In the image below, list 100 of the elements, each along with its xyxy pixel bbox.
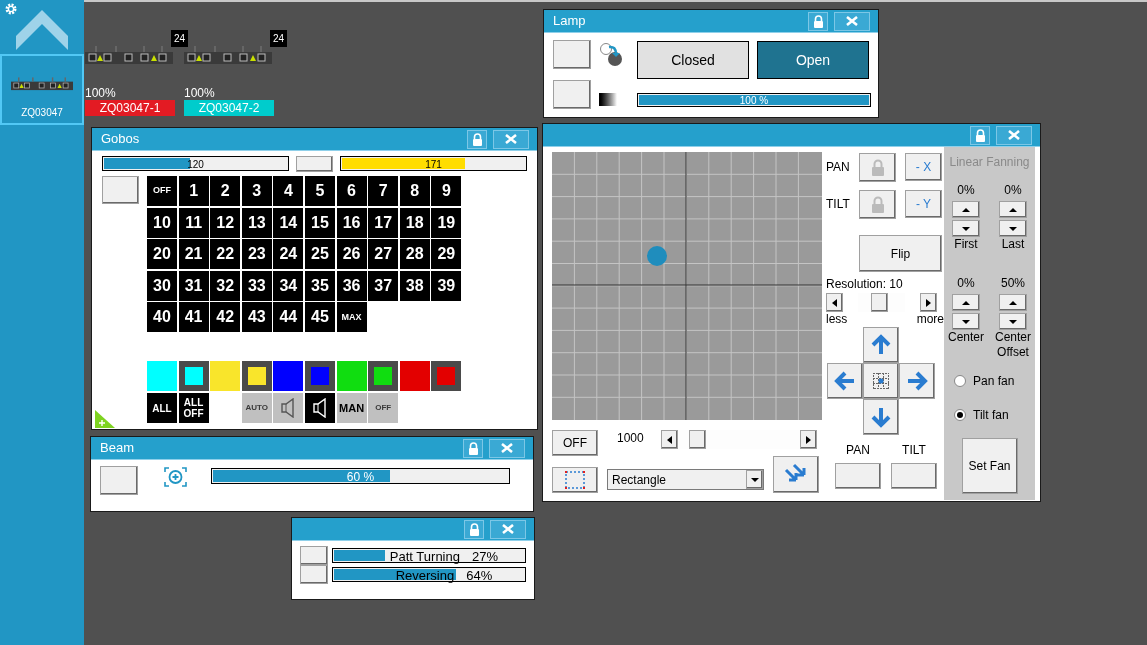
- gobo-button[interactable]: 42: [210, 302, 241, 333]
- close-button[interactable]: [489, 438, 525, 458]
- off-button[interactable]: OFF: [552, 430, 598, 456]
- close-button[interactable]: [490, 519, 526, 539]
- swap-button[interactable]: [773, 456, 819, 493]
- mode-button[interactable]: AUTO: [241, 393, 272, 424]
- blank-button[interactable]: [296, 155, 333, 172]
- gobo-button[interactable]: 30: [147, 270, 177, 301]
- slider-thumb[interactable]: [688, 430, 706, 449]
- gobo-button[interactable]: 15: [304, 207, 335, 238]
- mode-button[interactable]: ALL: [147, 393, 177, 424]
- invert-button[interactable]: - X: [905, 153, 942, 181]
- lock-button[interactable]: [467, 129, 487, 149]
- shutter-button[interactable]: Open: [757, 41, 869, 79]
- left-arrow-button[interactable]: [827, 363, 863, 399]
- up-step-button[interactable]: [952, 294, 980, 311]
- gobo-button[interactable]: 43: [241, 302, 272, 333]
- set-fan-button[interactable]: Set Fan: [961, 438, 1018, 494]
- blank-button[interactable]: [300, 546, 328, 565]
- gobo-button[interactable]: 32: [210, 270, 241, 301]
- gobo-button[interactable]: 26: [336, 239, 367, 270]
- center-button[interactable]: [863, 363, 899, 399]
- resize-grip-icon[interactable]: [95, 410, 115, 428]
- down-arrow-button[interactable]: [863, 399, 899, 435]
- blank-button[interactable]: [300, 565, 328, 584]
- color-swatch[interactable]: [336, 361, 367, 392]
- gobo-button[interactable]: 20: [147, 239, 177, 270]
- mode-button[interactable]: OFF: [368, 393, 399, 424]
- gobo-button[interactable]: OFF: [147, 176, 177, 206]
- gobo-button[interactable]: 10: [147, 207, 177, 238]
- gobo-button[interactable]: 34: [273, 270, 304, 301]
- fan-radio[interactable]: Pan fan: [954, 372, 1015, 390]
- up-step-button[interactable]: [999, 201, 1027, 218]
- fan-radio[interactable]: Tilt fan: [954, 406, 1015, 424]
- gobo-button[interactable]: 22: [210, 239, 241, 270]
- blank-button[interactable]: [100, 466, 138, 495]
- flip-button[interactable]: Flip: [859, 235, 942, 272]
- gobo-button[interactable]: 6: [336, 176, 367, 206]
- lock-button[interactable]: [859, 152, 896, 182]
- gobo-button[interactable]: 36: [336, 270, 367, 301]
- gobo-button[interactable]: 18: [399, 207, 430, 238]
- gobo-button[interactable]: 19: [431, 207, 462, 238]
- radio-button[interactable]: [954, 409, 966, 421]
- gobo-button[interactable]: 16: [336, 207, 367, 238]
- output-button[interactable]: [891, 463, 937, 489]
- gobo-button[interactable]: 33: [241, 270, 272, 301]
- gobo-button[interactable]: 37: [368, 270, 399, 301]
- invert-button[interactable]: - Y: [905, 190, 942, 218]
- gobo-button[interactable]: 17: [368, 207, 399, 238]
- fixture-name-tag[interactable]: ZQ03047-1: [85, 100, 175, 116]
- gobo-button[interactable]: 28: [399, 239, 430, 270]
- right-arrow-button[interactable]: [899, 363, 935, 399]
- lock-button[interactable]: [970, 125, 990, 145]
- up-step-button[interactable]: [952, 201, 980, 218]
- lock-button[interactable]: [859, 189, 896, 219]
- gobo-button[interactable]: 44: [273, 302, 304, 333]
- gobo-button[interactable]: 14: [273, 207, 304, 238]
- close-button[interactable]: [493, 129, 529, 149]
- color-swatch-framed[interactable]: [368, 361, 399, 392]
- gobo-button[interactable]: 7: [368, 176, 399, 206]
- gobo-button[interactable]: 13: [241, 207, 272, 238]
- radio-button[interactable]: [954, 375, 966, 387]
- gobo-button[interactable]: 35: [304, 270, 335, 301]
- sound-button[interactable]: [304, 393, 335, 424]
- color-swatch-framed[interactable]: [431, 361, 462, 392]
- gobo-button[interactable]: 45: [304, 302, 335, 333]
- gobo-button[interactable]: 1: [178, 176, 209, 206]
- gobo-button[interactable]: 5: [304, 176, 335, 206]
- up-arrow-button[interactable]: [863, 327, 899, 363]
- color-swatch[interactable]: [399, 361, 430, 392]
- color-swatch-framed[interactable]: [241, 361, 272, 392]
- lock-button[interactable]: [464, 519, 484, 539]
- down-step-button[interactable]: [952, 313, 980, 330]
- gobo-button[interactable]: MAX: [336, 302, 367, 333]
- gobo-button[interactable]: 24: [273, 239, 304, 270]
- close-button[interactable]: [996, 125, 1032, 145]
- gobo-button[interactable]: 9: [431, 176, 462, 206]
- gobo-button[interactable]: 39: [431, 270, 462, 301]
- color-swatch[interactable]: [210, 361, 241, 392]
- gobo-button[interactable]: 25: [304, 239, 335, 270]
- slider-thumb[interactable]: [871, 293, 889, 312]
- color-swatch-framed[interactable]: [178, 361, 209, 392]
- down-step-button[interactable]: [952, 220, 980, 237]
- shutter-button[interactable]: Closed: [637, 41, 749, 79]
- gobo-button[interactable]: 31: [178, 270, 209, 301]
- gobo-button[interactable]: 8: [399, 176, 430, 206]
- mode-button[interactable]: MAN: [336, 393, 367, 424]
- right-step-button[interactable]: [920, 293, 937, 312]
- gobo-button[interactable]: 11: [178, 207, 209, 238]
- gobo-button[interactable]: 41: [178, 302, 209, 333]
- left-step-button[interactable]: [826, 293, 843, 312]
- gobo-button[interactable]: 21: [178, 239, 209, 270]
- gobo-button[interactable]: 3: [241, 176, 272, 206]
- gobo-button[interactable]: 23: [241, 239, 272, 270]
- gobo-button[interactable]: 29: [431, 239, 462, 270]
- up-step-button[interactable]: [999, 294, 1027, 311]
- gobo-button[interactable]: 27: [368, 239, 399, 270]
- lock-button[interactable]: [463, 438, 483, 458]
- output-button[interactable]: [835, 463, 881, 489]
- blank-button[interactable]: [553, 80, 591, 109]
